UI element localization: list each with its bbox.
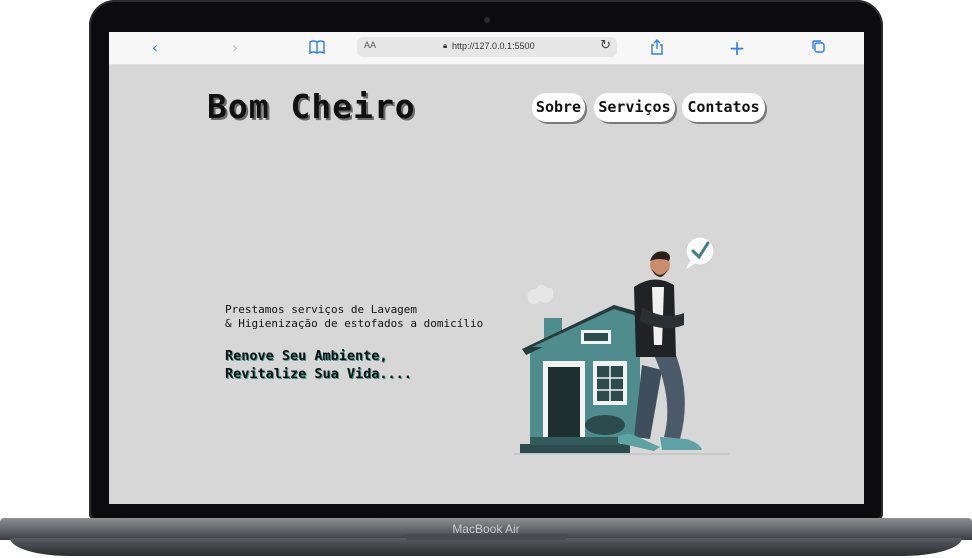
slogan-line-1: Renove Seu Ambiente,: [225, 348, 388, 364]
door: [548, 367, 580, 437]
brand-title[interactable]: Bom Cheiro: [207, 87, 416, 126]
slogan-line-2: Revitalize Sua Vida....: [225, 366, 412, 382]
step-top: [530, 436, 620, 445]
new-tab-icon[interactable]: +: [726, 38, 748, 58]
speech-bubble: [685, 236, 715, 266]
nav-servicos[interactable]: Serviços: [594, 93, 675, 122]
reader-button[interactable]: AA: [364, 40, 376, 50]
camera: [484, 17, 490, 23]
reload-icon[interactable]: ↻: [600, 38, 611, 53]
man-leg-front: [654, 350, 685, 439]
bush: [585, 415, 625, 435]
share-icon[interactable]: [646, 39, 668, 59]
smoke: [527, 284, 554, 305]
slogan: Renove Seu Ambiente, Revitalize Sua Vida…: [225, 347, 412, 383]
tagline-line-2: & Higienização de estofados a domicílio: [225, 317, 484, 330]
lock-icon: 🔒︎: [443, 41, 448, 50]
url-text: http://127.0.0.1:5500: [452, 41, 535, 51]
nav-sobre[interactable]: Sobre: [532, 93, 585, 122]
back-icon[interactable]: ‹: [144, 38, 166, 58]
nav-contatos[interactable]: Contatos: [682, 93, 765, 122]
house-man-illustration: [514, 236, 729, 455]
screen: ‹ › AA 🔒︎ http://127.0.0.1:5500 ↻ + Bom …: [109, 32, 864, 504]
tagline: Prestamos serviços de Lavagem & Higieniz…: [225, 303, 483, 331]
forward-icon[interactable]: ›: [224, 38, 246, 58]
browser-toolbar: ‹ › AA 🔒︎ http://127.0.0.1:5500 ↻ +: [109, 32, 864, 65]
base-bottom: [10, 538, 962, 556]
tabs-icon[interactable]: [807, 39, 829, 59]
tagline-line-1: Prestamos serviços de Lavagem: [225, 303, 418, 316]
step-bottom: [520, 444, 630, 453]
attic-window-glass: [584, 333, 608, 341]
shoe-front: [660, 437, 702, 450]
address-bar[interactable]: AA 🔒︎ http://127.0.0.1:5500 ↻: [357, 37, 617, 57]
laptop-base: MacBook Air: [0, 518, 972, 558]
device-label: MacBook Air: [452, 522, 520, 536]
bookmarks-icon[interactable]: [306, 39, 328, 59]
web-page: Bom Cheiro Sobre Serviços Contatos Prest…: [109, 65, 864, 504]
